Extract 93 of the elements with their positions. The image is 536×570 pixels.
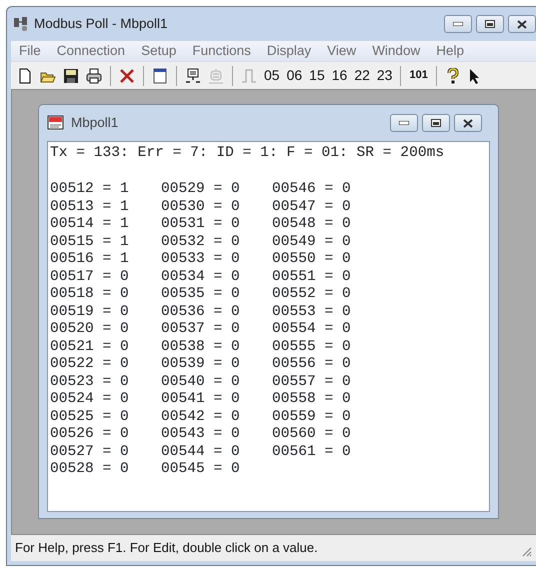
minimize-button[interactable] xyxy=(444,15,472,33)
toolbar-button[interactable]: 05 xyxy=(262,64,282,86)
minimize-icon xyxy=(399,121,409,125)
register-value[interactable]: 00530 = 0 xyxy=(161,198,272,216)
register-value[interactable]: 00522 = 0 xyxy=(50,356,161,374)
register-value[interactable]: 00519 = 0 xyxy=(50,304,161,321)
register-value[interactable]: 00552 = 0 xyxy=(272,286,383,304)
register-value[interactable]: 00558 = 0 xyxy=(272,391,383,408)
register-value[interactable]: 00543 = 0 xyxy=(161,426,272,444)
delete-icon xyxy=(119,68,135,84)
register-value[interactable]: 00550 = 0 xyxy=(272,251,383,268)
resize-grip-icon xyxy=(520,545,532,557)
register-value[interactable]: 00557 = 0 xyxy=(272,374,383,391)
register-value[interactable]: 00527 = 0 xyxy=(50,444,161,461)
toolbar-button[interactable]: 23 xyxy=(374,64,394,86)
register-value[interactable]: 00546 = 0 xyxy=(272,181,383,198)
register-value[interactable]: 00555 = 0 xyxy=(272,338,383,356)
menu-item[interactable]: Functions xyxy=(184,40,259,62)
register-value[interactable]: 00545 = 0 xyxy=(161,461,272,478)
register-value[interactable]: 00514 = 1 xyxy=(50,216,161,234)
register-value[interactable]: 00524 = 0 xyxy=(50,391,161,408)
printer-icon xyxy=(86,68,102,84)
minimize-icon xyxy=(453,22,463,26)
register-value[interactable]: 00556 = 0 xyxy=(272,356,383,374)
app-icon xyxy=(13,16,29,32)
register-value[interactable]: 00515 = 1 xyxy=(50,234,161,251)
register-value[interactable]: 00529 = 0 xyxy=(161,181,272,198)
maximize-button[interactable] xyxy=(476,15,504,33)
register-value[interactable]: 00547 = 0 xyxy=(272,198,383,216)
register-value[interactable]: 00536 = 0 xyxy=(161,304,272,321)
close-icon xyxy=(463,118,473,128)
toolbar-button[interactable]: 101 xyxy=(407,64,430,86)
register-value[interactable]: 00532 = 0 xyxy=(161,234,272,251)
register-value[interactable]: 00549 = 0 xyxy=(272,234,383,251)
register-value[interactable]: 00537 = 0 xyxy=(161,321,272,338)
help-icon xyxy=(444,68,461,84)
register-value[interactable]: 00526 = 0 xyxy=(50,426,161,444)
register-value[interactable]: 00521 = 0 xyxy=(50,338,161,356)
register-value[interactable]: 00544 = 0 xyxy=(161,444,272,461)
register-value[interactable]: 00523 = 0 xyxy=(50,374,161,391)
menu-item[interactable]: View xyxy=(319,40,364,62)
register-value[interactable]: 00559 = 0 xyxy=(272,408,383,426)
window-icon xyxy=(152,68,168,84)
pulse-icon xyxy=(241,68,257,84)
maximize-icon xyxy=(485,20,495,28)
register-value[interactable]: 00560 = 0 xyxy=(272,426,383,444)
menu-item[interactable]: Setup xyxy=(133,40,184,62)
register-value[interactable]: 00541 = 0 xyxy=(161,391,272,408)
menu-item[interactable]: Window xyxy=(364,40,428,62)
toolbar-button[interactable]: 22 xyxy=(352,64,372,86)
toolbar-button[interactable]: 16 xyxy=(330,64,350,86)
minimize-button[interactable] xyxy=(390,114,418,132)
disconnect-icon xyxy=(208,68,224,84)
toolbar-button[interactable]: 15 xyxy=(307,64,327,86)
register-value[interactable]: 00561 = 0 xyxy=(272,444,383,461)
register-value[interactable]: 00516 = 1 xyxy=(50,251,161,268)
register-value[interactable]: 00542 = 0 xyxy=(161,408,272,426)
toolbar-button[interactable]: 06 xyxy=(284,64,304,86)
document-icon xyxy=(47,115,65,131)
maximize-button[interactable] xyxy=(422,114,450,132)
close-button[interactable] xyxy=(454,114,482,132)
window-title: Modbus Poll - Mbpoll1 xyxy=(34,14,168,33)
register-value[interactable]: 00512 = 1 xyxy=(50,181,161,198)
maximize-icon xyxy=(431,119,441,127)
register-value[interactable]: 00548 = 0 xyxy=(272,216,383,234)
register-value[interactable]: 00534 = 0 xyxy=(161,268,272,286)
register-value[interactable]: 00540 = 0 xyxy=(161,374,272,391)
menu-item[interactable]: Connection xyxy=(48,40,134,62)
register-value[interactable]: 00531 = 0 xyxy=(161,216,272,234)
register-value[interactable]: 00517 = 0 xyxy=(50,268,161,286)
register-value[interactable]: 00513 = 1 xyxy=(50,198,161,216)
register-value[interactable]: 00535 = 0 xyxy=(161,286,272,304)
register-value[interactable]: 00539 = 0 xyxy=(161,356,272,374)
register-value[interactable]: 00525 = 0 xyxy=(50,408,161,426)
register-value[interactable]: 00554 = 0 xyxy=(272,321,383,338)
connect-icon xyxy=(185,68,201,84)
menu-item[interactable]: Help xyxy=(428,40,472,62)
register-value[interactable]: 00520 = 0 xyxy=(50,321,161,338)
register-value[interactable]: 00518 = 0 xyxy=(50,286,161,304)
close-icon xyxy=(517,20,527,28)
register-value[interactable]: 00528 = 0 xyxy=(50,461,161,478)
menu-item[interactable]: File xyxy=(11,40,49,62)
register-value[interactable]: 00533 = 0 xyxy=(161,251,272,268)
save-icon xyxy=(63,68,79,84)
register-value[interactable]: 00553 = 0 xyxy=(272,304,383,321)
close-button[interactable] xyxy=(508,15,536,33)
register-value[interactable]: 00538 = 0 xyxy=(161,338,272,356)
register-value[interactable]: 00551 = 0 xyxy=(272,268,383,286)
new-file-icon xyxy=(17,68,33,84)
status-line: Tx = 133: Err = 7: ID = 1: F = 01: SR = 200ms xyxy=(50,144,446,163)
menu-item[interactable]: Display xyxy=(258,40,320,62)
status-text: For Help, press F1. For Edit, double click on a value. xyxy=(15,539,318,558)
window-title: Mbpoll1 xyxy=(71,114,118,132)
